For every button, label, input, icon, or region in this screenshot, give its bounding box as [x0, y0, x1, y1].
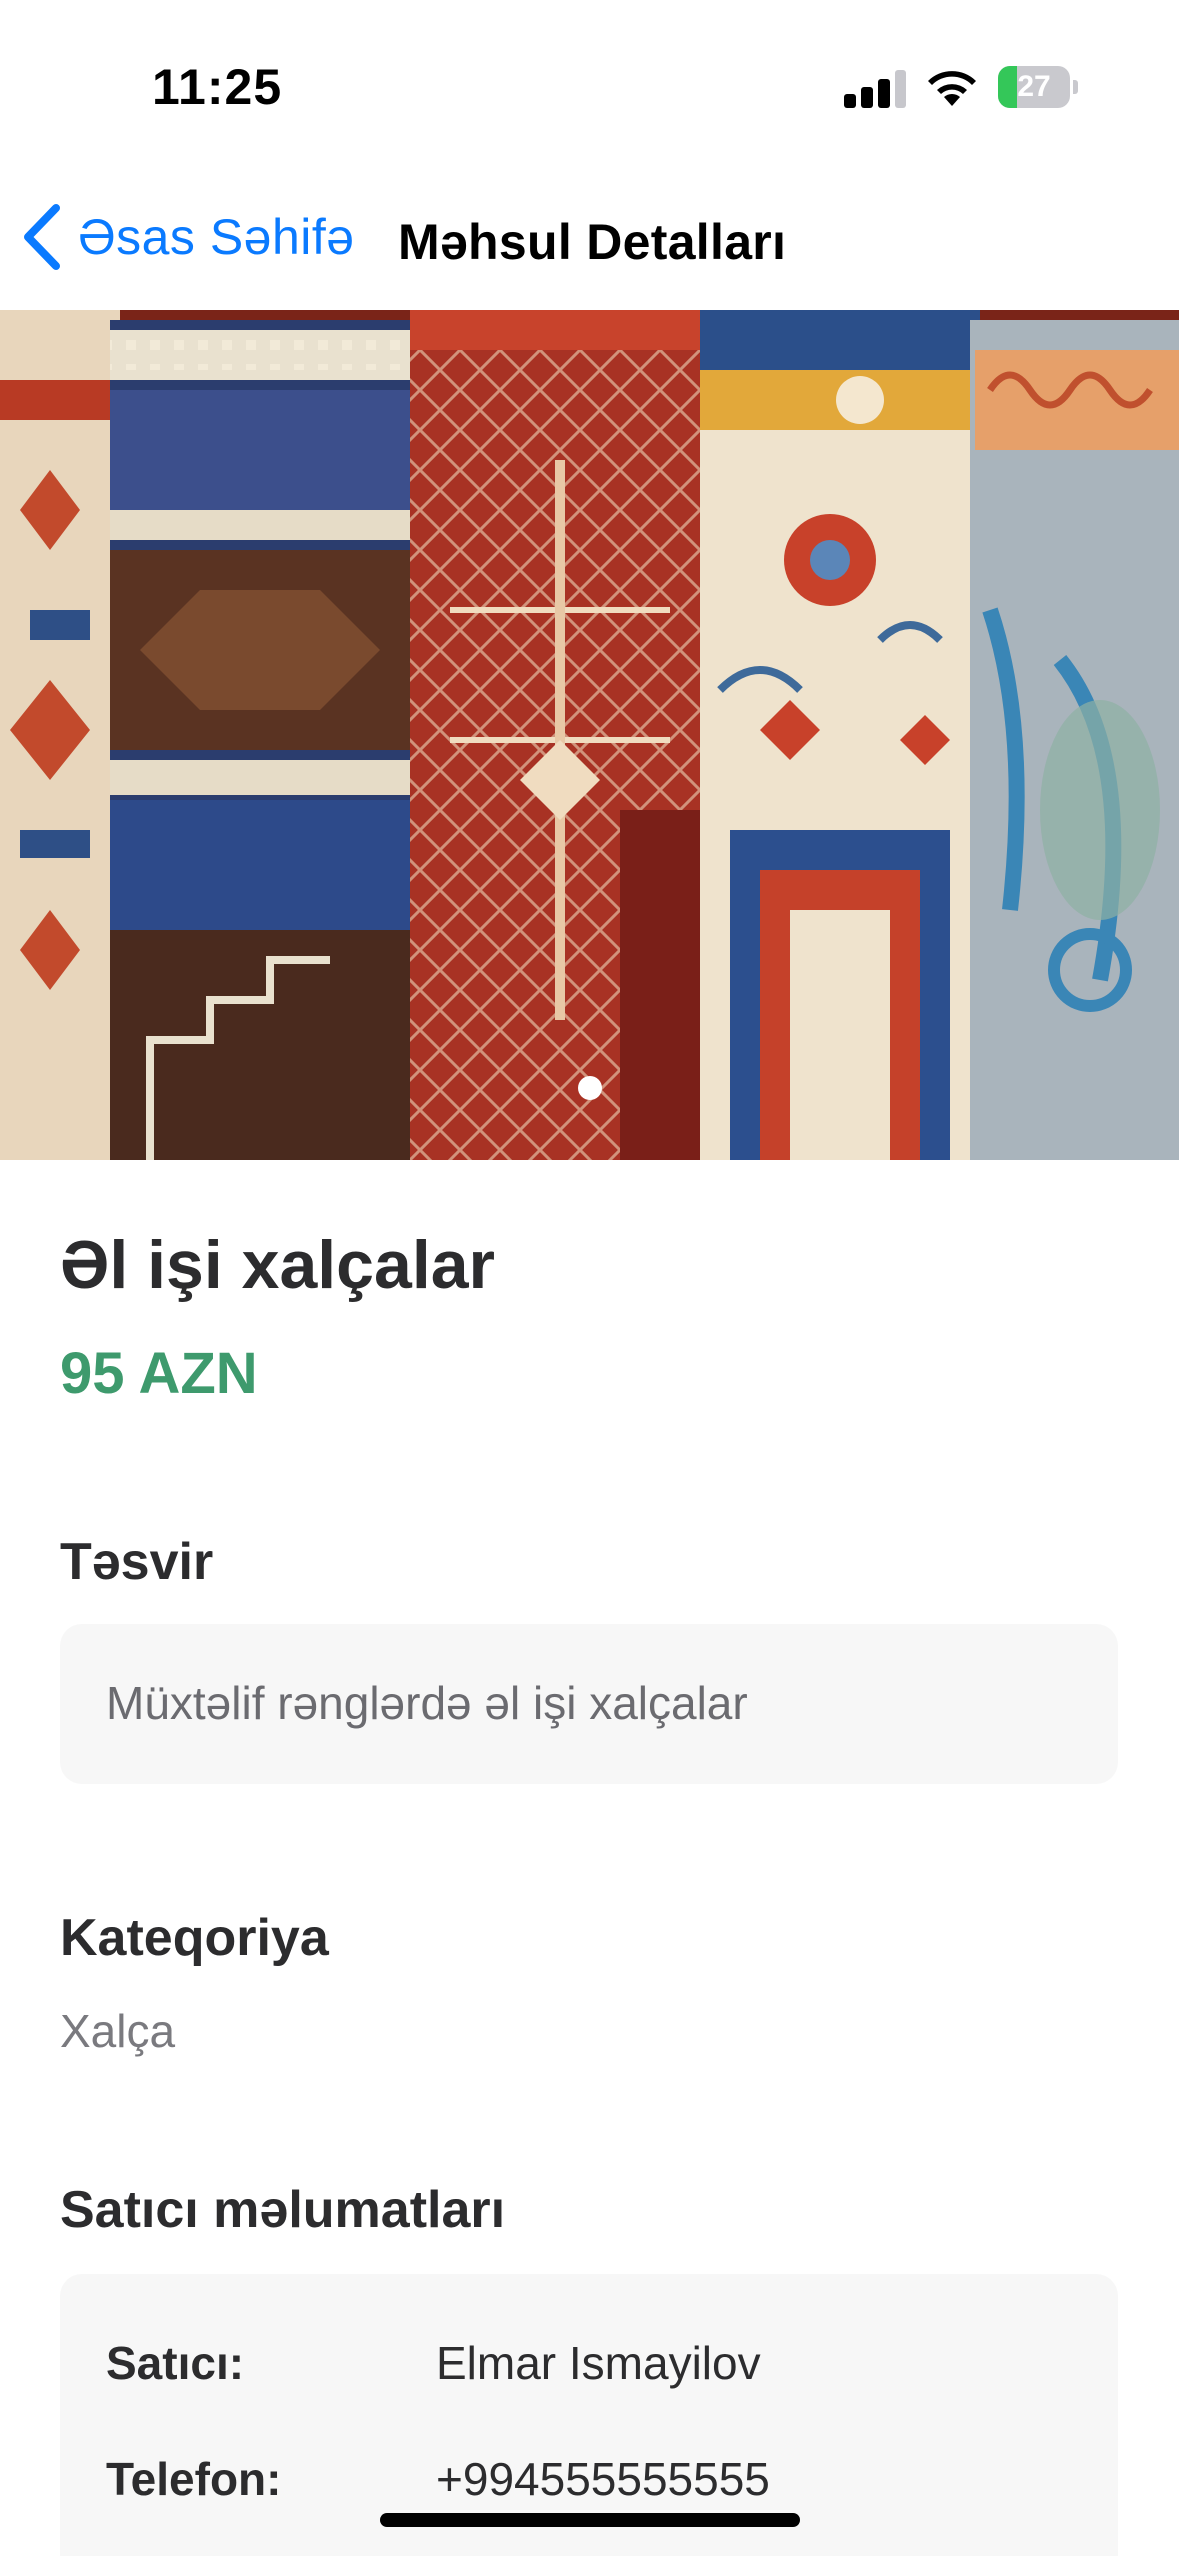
product-title: Əl işi xalçalar — [60, 1227, 495, 1303]
seller-info-heading: Satıcı məlumatları — [60, 2181, 506, 2239]
description-text: Müxtəlif rənglərdə əl işi xalçalar — [106, 1677, 748, 1729]
seller-phone-label: Telefon: — [106, 2453, 282, 2505]
home-indicator[interactable] — [380, 2513, 800, 2527]
seller-name-value: Elmar Ismayilov — [436, 2337, 761, 2389]
battery-percent: 27 — [1017, 70, 1051, 103]
cellular-signal-icon — [844, 70, 906, 108]
chevron-left-icon — [24, 204, 60, 270]
battery-icon: 27 — [998, 66, 1078, 108]
navigation-bar: Əsas Səhifə Məhsul Detalları — [0, 160, 1179, 310]
status-bar: 11:25 27 — [0, 0, 1179, 160]
product-image — [0, 310, 1179, 1160]
back-button[interactable]: Əsas Səhifə — [20, 202, 355, 272]
product-price: 95 AZN — [60, 1341, 258, 1406]
product-image-carousel[interactable] — [0, 310, 1179, 1160]
wifi-icon — [928, 71, 976, 106]
carousel-page-dot[interactable] — [578, 1076, 602, 1100]
status-time: 11:25 — [152, 59, 283, 115]
category-value: Xalça — [60, 2005, 176, 2057]
description-box: Müxtəlif rənglərdə əl işi xalçalar — [60, 1624, 1118, 1784]
page-title: Məhsul Detalları — [398, 214, 787, 270]
description-heading: Təsvir — [60, 1533, 214, 1591]
back-button-label: Əsas Səhifə — [78, 209, 355, 265]
seller-phone-value[interactable]: +994555555555 — [436, 2452, 770, 2506]
category-heading: Kateqoriya — [60, 1909, 329, 1967]
seller-name-label: Satıcı: — [106, 2337, 245, 2389]
